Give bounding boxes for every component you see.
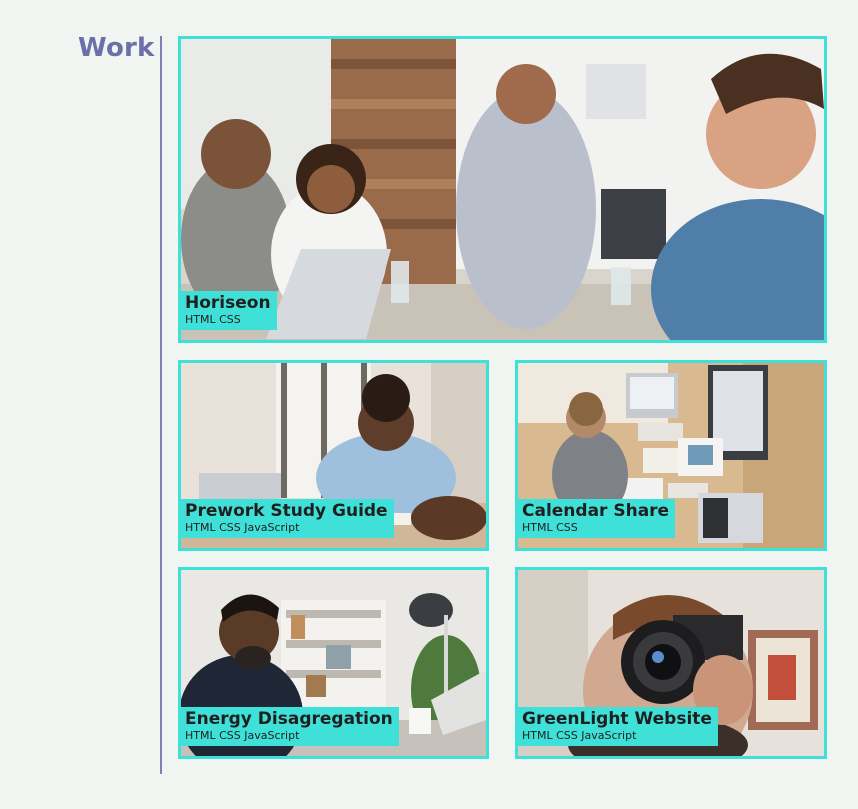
project-name: Prework Study Guide — [185, 501, 388, 521]
project-tech: HTML CSS JavaScript — [185, 729, 300, 742]
project-tech: HTML CSS — [522, 521, 578, 534]
project-card-energy-disagregation[interactable]: Energy Disagregation HTML CSS JavaScript — [178, 567, 489, 759]
project-label: Energy Disagregation HTML CSS JavaScript — [181, 707, 399, 746]
project-tech: HTML CSS JavaScript — [522, 729, 637, 742]
work-section-title: Work — [78, 33, 155, 63]
project-label: Calendar Share HTML CSS — [518, 499, 676, 538]
project-label: Prework Study Guide HTML CSS JavaScript — [181, 499, 394, 538]
project-label: Horiseon HTML CSS — [181, 291, 277, 330]
project-name: GreenLight Website — [522, 709, 712, 729]
project-card-calendar-share[interactable]: Calendar Share HTML CSS — [515, 360, 827, 551]
project-card-horiseon[interactable]: Horiseon HTML CSS — [178, 36, 827, 343]
project-card-greenlight-website[interactable]: GreenLight Website HTML CSS JavaScript — [515, 567, 827, 759]
project-tech: HTML CSS — [185, 313, 241, 326]
section-divider — [160, 36, 162, 774]
project-label: GreenLight Website HTML CSS JavaScript — [518, 707, 718, 746]
project-photo-team-meeting — [181, 39, 824, 340]
project-card-prework-study-guide[interactable]: Prework Study Guide HTML CSS JavaScript — [178, 360, 489, 551]
project-name: Calendar Share — [522, 501, 670, 521]
project-name: Energy Disagregation — [185, 709, 393, 729]
project-tech: HTML CSS JavaScript — [185, 521, 300, 534]
project-name: Horiseon — [185, 293, 271, 313]
